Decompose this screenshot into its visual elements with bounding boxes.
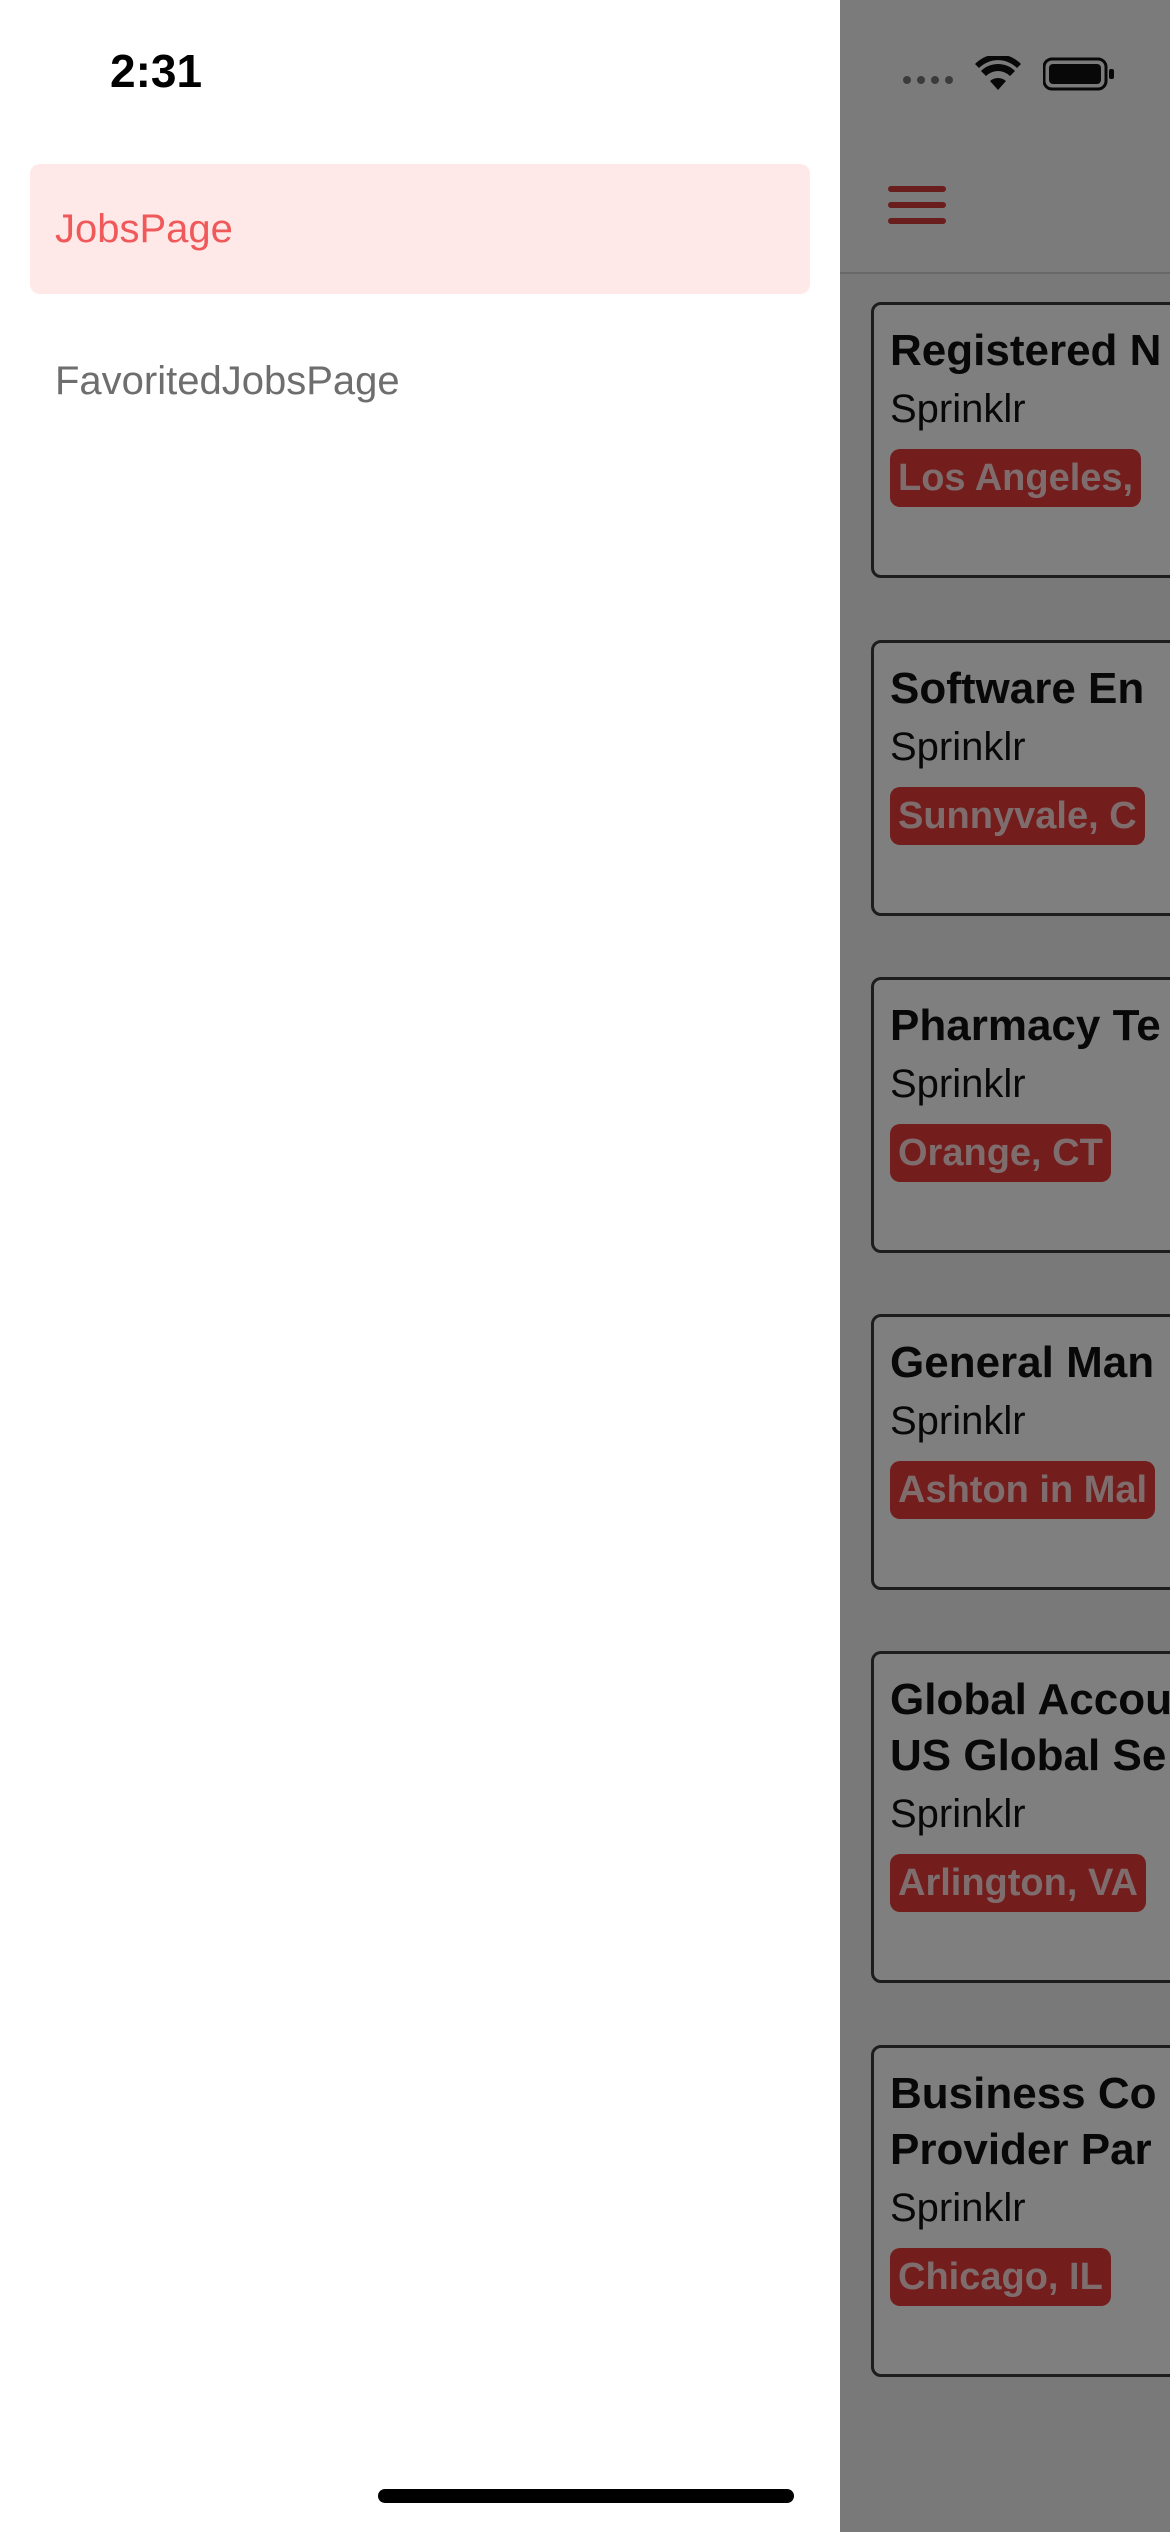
home-indicator[interactable] xyxy=(378,2489,794,2503)
status-time: 2:31 xyxy=(110,45,203,97)
drawer-item-jobs-page[interactable]: JobsPage xyxy=(30,164,810,294)
drawer-item-favorited-jobs-page[interactable]: FavoritedJobsPage xyxy=(30,316,810,446)
navigation-drawer: 2:31 JobsPage FavoritedJobsPage xyxy=(0,0,840,2532)
drawer-item-label: FavoritedJobsPage xyxy=(55,358,400,403)
drawer-item-label: JobsPage xyxy=(55,206,233,251)
